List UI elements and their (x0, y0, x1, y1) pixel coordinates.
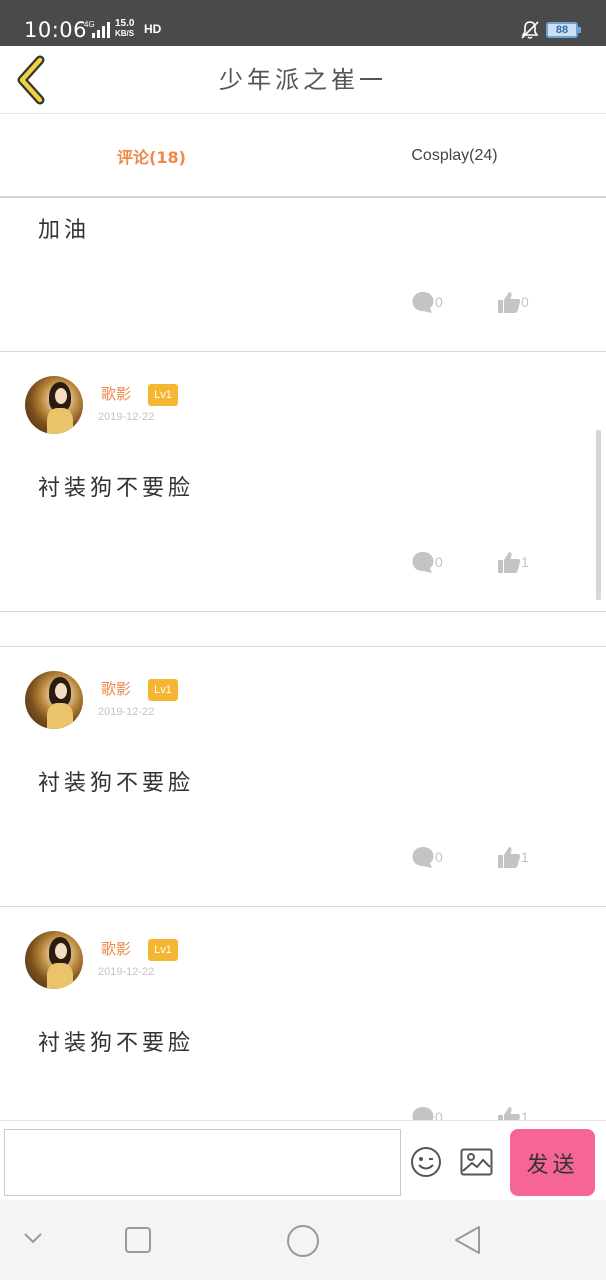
like-button[interactable]: 1 (497, 550, 529, 574)
reply-count: 0 (435, 554, 443, 570)
like-count: 0 (521, 294, 529, 310)
comment-username[interactable]: 歌影 (101, 938, 131, 959)
mute-bell-icon (521, 21, 539, 39)
comment-bubble-icon (412, 292, 434, 313)
image-icon[interactable] (460, 1148, 493, 1176)
tab-bar: 评论(18) Cosplay(24) (0, 114, 606, 198)
send-button[interactable]: 发送 (510, 1129, 595, 1196)
reply-button[interactable]: 0 (411, 1105, 443, 1120)
like-button[interactable]: 0 (497, 290, 529, 314)
emoji-icon[interactable] (410, 1146, 442, 1178)
level-badge: Lv1 (148, 679, 178, 701)
comment-text: 衬装狗不要脸 (38, 1031, 195, 1056)
reply-count: 0 (435, 849, 443, 865)
battery-indicator: 88 (546, 22, 581, 38)
comment-item: 加油 0 0 (0, 198, 606, 351)
comment-text: 加油 (38, 218, 91, 243)
comment-text: 衬装狗不要脸 (38, 771, 195, 796)
thumbs-up-icon (498, 292, 521, 313)
system-nav-bar (0, 1200, 606, 1280)
home-circle-icon[interactable] (286, 1224, 320, 1258)
comment-list[interactable]: 加油 0 0 歌影 Lv1 2019-12-22 衬装狗不要脸 0 1 歌影 L… (0, 198, 606, 1120)
comment-bubble-icon (412, 1107, 434, 1120)
comment-input-bar: 发送 (0, 1120, 606, 1200)
like-button[interactable]: 1 (497, 1105, 529, 1120)
scrollbar[interactable] (596, 430, 601, 600)
avatar[interactable] (25, 931, 83, 989)
back-triangle-icon[interactable] (452, 1224, 482, 1256)
comment-username[interactable]: 歌影 (101, 383, 131, 404)
comment-date: 2019-12-22 (98, 706, 155, 718)
reply-button[interactable]: 0 (411, 290, 443, 314)
comment-text: 衬装狗不要脸 (38, 476, 195, 501)
page-title: 少年派之崔一 (219, 66, 387, 94)
reply-button[interactable]: 0 (411, 550, 443, 574)
hd-indicator: HD (144, 22, 162, 36)
reply-count: 0 (435, 1109, 443, 1120)
reply-button[interactable]: 0 (411, 845, 443, 869)
comment-bubble-icon (412, 847, 434, 868)
avatar[interactable] (25, 671, 83, 729)
status-time: 10:06 (24, 18, 88, 42)
like-button[interactable]: 1 (497, 845, 529, 869)
divider (0, 611, 606, 612)
comment-username[interactable]: 歌影 (101, 678, 131, 699)
comment-item: 歌影 Lv1 2019-12-22 衬装狗不要脸 0 1 (0, 907, 606, 1120)
comment-date: 2019-12-22 (98, 411, 155, 423)
network-speed: 15.0 KB/S (115, 18, 135, 39)
thumbs-up-icon (498, 847, 521, 868)
signal-icon (92, 22, 110, 38)
status-bar: 10:06 4G 15.0 KB/S HD 88 (0, 0, 606, 46)
tab-cosplay[interactable]: Cosplay(24) (303, 114, 606, 198)
app-header: 少年派之崔一 (0, 46, 606, 114)
comment-input[interactable] (4, 1129, 401, 1196)
thumbs-up-icon (498, 552, 521, 573)
like-count: 1 (521, 1109, 529, 1120)
tab-comments[interactable]: 评论(18) (0, 114, 303, 198)
comment-item: 歌影 Lv1 2019-12-22 衬装狗不要脸 0 1 (0, 647, 606, 906)
level-badge: Lv1 (148, 384, 178, 406)
avatar[interactable] (25, 376, 83, 434)
like-count: 1 (521, 554, 529, 570)
comment-date: 2019-12-22 (98, 966, 155, 978)
chevron-down-icon[interactable] (22, 1230, 44, 1246)
recents-square-icon[interactable] (124, 1226, 152, 1254)
level-badge: Lv1 (148, 939, 178, 961)
comment-item: 歌影 Lv1 2019-12-22 衬装狗不要脸 0 1 (0, 352, 606, 611)
reply-count: 0 (435, 294, 443, 310)
comment-bubble-icon (412, 552, 434, 573)
thumbs-up-icon (498, 1107, 521, 1120)
like-count: 1 (521, 849, 529, 865)
